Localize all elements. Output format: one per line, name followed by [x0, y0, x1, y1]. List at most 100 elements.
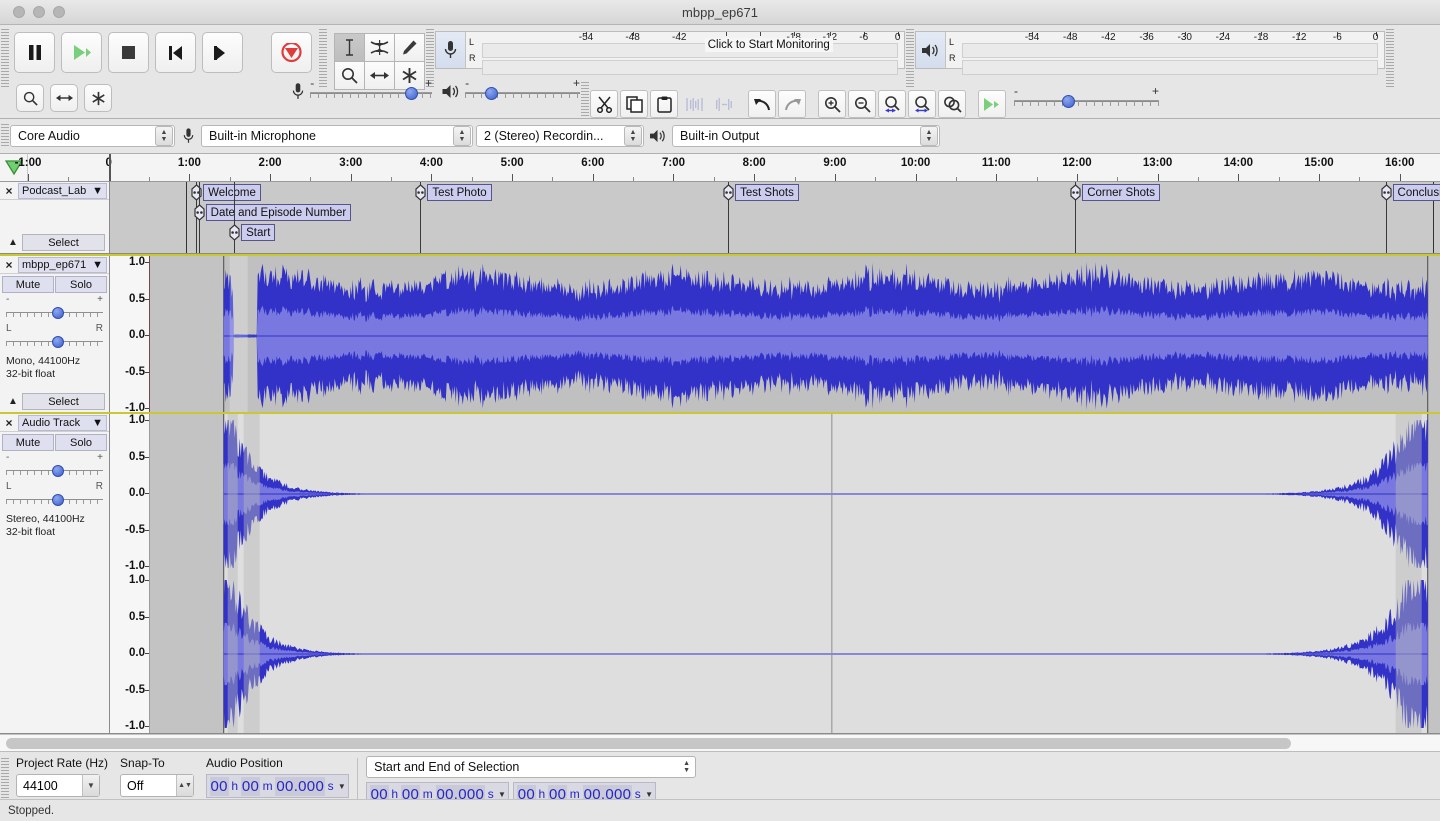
project-rate-select[interactable]: 44100 ▼ — [16, 774, 100, 797]
microphone-icon[interactable] — [436, 32, 466, 68]
fit-project-button[interactable] — [908, 90, 936, 118]
label-handle-icon[interactable] — [190, 184, 203, 201]
close-track-button[interactable]: × — [0, 184, 18, 198]
time-shift-button-secondary[interactable] — [50, 84, 78, 112]
recording-meter-toolbar[interactable]: L R -54 -48 -42 -18 -12 -6 0 C — [435, 31, 905, 69]
chevron-updown-icon[interactable]: ▲▼ — [453, 126, 471, 146]
transport-toolbar-grip[interactable] — [1, 29, 9, 88]
audio-position-seconds[interactable]: 00.000 — [275, 777, 325, 796]
label-handle-icon[interactable] — [193, 204, 206, 221]
label-text-box[interactable]: Test Shots — [735, 184, 799, 201]
chevron-updown-icon[interactable]: ▲▼ — [155, 126, 173, 146]
label-handle-icon[interactable] — [1380, 184, 1393, 201]
track-1-mute-button[interactable]: Mute — [2, 276, 54, 293]
label-text-box[interactable]: Corner Shots — [1082, 184, 1160, 201]
draw-tool[interactable] — [395, 34, 424, 61]
gain-slider-thumb[interactable] — [52, 465, 64, 477]
device-toolbar-grip[interactable] — [1, 124, 9, 148]
audio-host-select[interactable]: Core Audio ▲▼ — [10, 125, 175, 147]
chevron-down-icon[interactable]: ▼ — [645, 790, 653, 799]
label-text-box[interactable]: Start — [241, 224, 275, 241]
label-text-box[interactable]: Welcome — [203, 184, 261, 201]
snap-to-select[interactable]: Off ▲▼ — [120, 774, 194, 797]
recording-device-select[interactable]: Built-in Microphone ▲▼ — [201, 125, 473, 147]
selection-tool[interactable] — [335, 34, 364, 61]
gain-slider-thumb[interactable] — [52, 307, 64, 319]
zoom-toggle-button[interactable] — [938, 90, 966, 118]
audio-position-minutes[interactable]: 00 — [241, 777, 260, 796]
track-2-menu-button[interactable]: Audio Track ▼ — [18, 415, 107, 431]
record-button[interactable] — [271, 32, 312, 73]
skip-to-start-button[interactable] — [155, 32, 196, 73]
multi-tool-button-secondary[interactable] — [84, 84, 112, 112]
label-track-select-button[interactable]: Select — [22, 234, 105, 251]
chevron-updown-icon[interactable]: ▲▼ — [920, 126, 938, 146]
chevron-updown-icon[interactable]: ▲▼ — [678, 760, 695, 774]
zoom-tool-button-secondary[interactable] — [16, 84, 44, 112]
triangle-up-icon[interactable]: ▲ — [4, 396, 22, 407]
zoom-in-button[interactable] — [818, 90, 846, 118]
track-2-gain-slider[interactable]: - + — [6, 454, 103, 480]
slider-thumb[interactable] — [485, 87, 498, 100]
label-handle-icon[interactable] — [228, 224, 241, 241]
playhead[interactable] — [109, 154, 111, 181]
speaker-icon[interactable] — [916, 32, 946, 68]
track-1-gain-slider[interactable]: - + — [6, 296, 103, 322]
triangle-up-icon[interactable]: ▲ — [4, 237, 22, 248]
audio-position-field[interactable]: 00h 00m 00.000s ▼ — [206, 774, 349, 798]
triangle-down-icon[interactable]: ▼ — [92, 259, 103, 271]
edit-toolbar-grip[interactable] — [581, 82, 589, 116]
pause-button[interactable] — [14, 32, 55, 73]
paste-button[interactable] — [650, 90, 678, 118]
chevron-down-icon[interactable]: ▼ — [338, 782, 346, 791]
envelope-tool[interactable] — [365, 34, 394, 61]
skip-to-end-button[interactable] — [202, 32, 243, 73]
pan-slider-thumb[interactable] — [52, 494, 64, 506]
start-monitoring-label[interactable]: Click to Start Monitoring — [705, 38, 833, 52]
toolbar-dock-end-grip[interactable] — [1386, 29, 1394, 88]
playback-device-select[interactable]: Built-in Output ▲▼ — [672, 125, 940, 147]
playback-speed-slider[interactable]: - + — [1014, 88, 1159, 110]
slider-thumb[interactable] — [405, 87, 418, 100]
undo-button[interactable] — [748, 90, 776, 118]
stop-button[interactable] — [108, 32, 149, 73]
track-2-solo-button[interactable]: Solo — [55, 434, 107, 451]
slider-thumb[interactable] — [1062, 95, 1075, 108]
track-1-select-button[interactable]: Select — [22, 393, 105, 410]
trim-audio-button[interactable] — [680, 90, 708, 118]
label-handle-icon[interactable] — [1069, 184, 1082, 201]
label-handle-icon[interactable] — [722, 184, 735, 201]
audio-position-hours[interactable]: 00 — [210, 777, 229, 796]
label-track-menu-button[interactable]: Podcast_Lab ▼ — [18, 183, 107, 199]
track-2-right-waveform[interactable] — [150, 574, 1440, 733]
horizontal-scrollbar-thumb[interactable] — [6, 738, 1291, 749]
playback-meter-toolbar[interactable]: L R -54 -48 -42 -36 -30 -24 -18 -12 -6 0 — [915, 31, 1385, 69]
fit-selection-button[interactable] — [878, 90, 906, 118]
zoom-out-button[interactable] — [848, 90, 876, 118]
triangle-down-icon[interactable]: ▼ — [92, 417, 103, 429]
chevron-down-icon[interactable]: ▼ — [498, 790, 506, 799]
close-track-button[interactable]: × — [0, 416, 18, 430]
chevron-updown-icon[interactable]: ▲▼ — [176, 775, 193, 796]
triangle-down-icon[interactable]: ▼ — [92, 185, 103, 197]
chevron-updown-icon[interactable]: ▲▼ — [624, 126, 642, 146]
track-1-waveform[interactable] — [150, 256, 1440, 412]
playback-volume-slider[interactable]: - + — [465, 80, 580, 102]
play-at-speed-button[interactable] — [978, 90, 1006, 118]
close-track-button[interactable]: × — [0, 258, 18, 272]
track-1-pan-slider[interactable]: L R — [6, 325, 103, 351]
track-2-pan-slider[interactable]: L R — [6, 483, 103, 509]
label-text-box[interactable]: Test Photo — [427, 184, 491, 201]
chevron-down-icon[interactable]: ▼ — [82, 775, 99, 796]
label-track-canvas[interactable]: Welcome Date and Episode Number Start Test … — [110, 182, 1440, 253]
timeline-ruler-body[interactable]: -1:0001:002:003:004:005:006:007:008:009:… — [28, 154, 1440, 181]
recording-volume-slider[interactable]: - + — [310, 80, 432, 102]
pan-slider-thumb[interactable] — [52, 336, 64, 348]
track-1-menu-button[interactable]: mbpp_ep671 ▼ — [18, 257, 107, 273]
selection-mode-select[interactable]: Start and End of Selection ▲▼ — [366, 756, 696, 778]
label-text-box[interactable]: Date and Episode Number — [206, 204, 352, 221]
track-2-left-waveform[interactable] — [150, 414, 1440, 574]
label-handle-icon[interactable] — [414, 184, 427, 201]
play-button[interactable] — [61, 32, 102, 73]
recording-channels-select[interactable]: 2 (Stereo) Recordin... ▲▼ — [476, 125, 644, 147]
